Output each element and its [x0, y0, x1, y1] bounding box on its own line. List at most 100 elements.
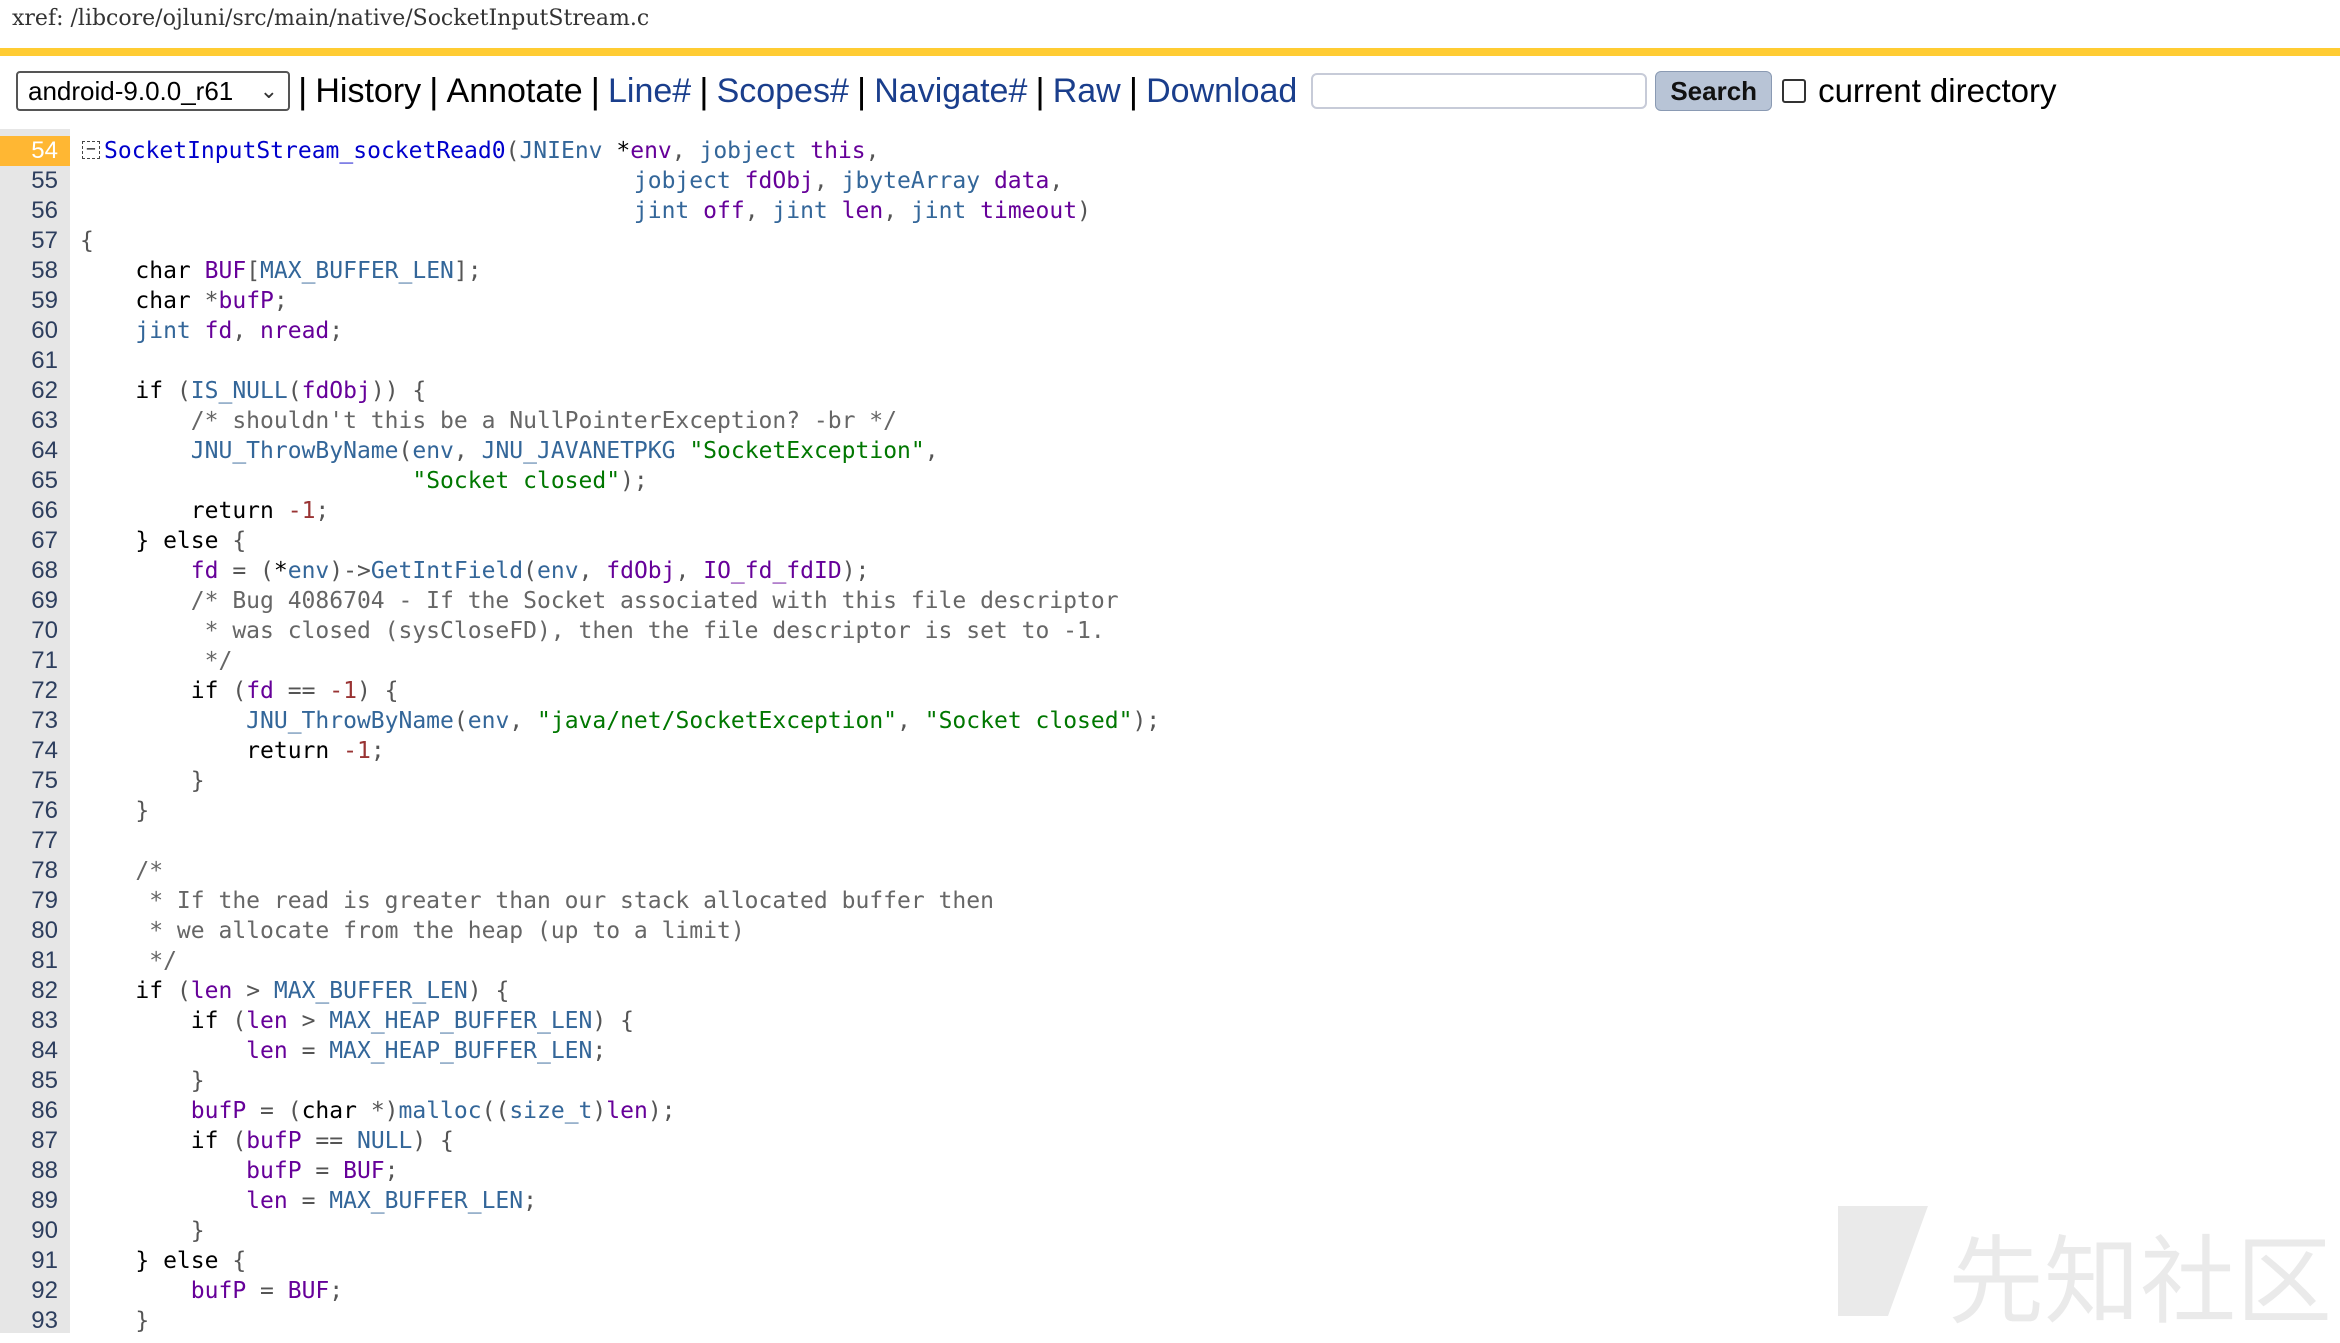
code-token[interactable]: GetIntField — [371, 558, 523, 584]
code-token[interactable]: len — [246, 1188, 288, 1214]
line-number-link[interactable]: 92 — [0, 1276, 58, 1306]
line-number-link[interactable]: 69 — [0, 586, 58, 616]
line-number-link[interactable]: 89 — [0, 1186, 58, 1216]
search-button[interactable]: Search — [1655, 71, 1773, 111]
line-number-link[interactable]: 63 — [0, 406, 58, 436]
code-token[interactable]: len — [246, 1008, 288, 1034]
code-token: jint — [135, 318, 205, 344]
code-token[interactable]: MAX_BUFFER_LEN — [329, 1188, 523, 1214]
code-token[interactable]: env — [630, 138, 672, 164]
code-token[interactable]: BUF — [205, 258, 247, 284]
line-number-link[interactable]: 75 — [0, 766, 58, 796]
function-definition-link[interactable]: SocketInputStream_socketRead0 — [104, 138, 506, 164]
nav-annotate[interactable]: Annotate — [447, 72, 583, 111]
line-number-link[interactable]: 91 — [0, 1246, 58, 1276]
line-number-link[interactable]: 59 — [0, 286, 58, 316]
code-token: , — [232, 318, 261, 344]
nav-line-link[interactable]: Line# — [608, 72, 691, 111]
code-line: 62 if (IS_NULL(fdObj)) { — [0, 376, 2340, 406]
code-token[interactable]: bufP — [246, 1158, 301, 1184]
line-number-link[interactable]: 60 — [0, 316, 58, 346]
code-token[interactable]: bufP — [219, 288, 274, 314]
code-token[interactable]: data — [994, 168, 1049, 194]
code-token[interactable]: bufP — [191, 1278, 246, 1304]
line-number-link[interactable]: 74 — [0, 736, 58, 766]
nav-raw-link[interactable]: Raw — [1053, 72, 1121, 111]
code-token[interactable]: MAX_BUFFER_LEN — [260, 258, 454, 284]
code-token[interactable]: fdObj — [745, 168, 814, 194]
line-number-link[interactable]: 73 — [0, 706, 58, 736]
code-token[interactable]: len — [191, 978, 233, 1004]
line-number-link[interactable]: 55 — [0, 166, 58, 196]
code-token[interactable]: JNU_JAVANETPKG — [482, 438, 690, 464]
code-token[interactable]: bufP — [246, 1128, 301, 1154]
code-token[interactable]: IS_NULL — [191, 378, 288, 404]
code-token[interactable]: len — [842, 198, 884, 224]
line-number-link[interactable]: 93 — [0, 1306, 58, 1336]
line-number-link[interactable]: 54 — [0, 136, 70, 166]
nav-scopes-link[interactable]: Scopes# — [717, 72, 849, 111]
line-number-link[interactable]: 70 — [0, 616, 58, 646]
nav-history[interactable]: History — [315, 72, 421, 111]
line-number-link[interactable]: 78 — [0, 856, 58, 886]
code-token[interactable]: len — [606, 1098, 648, 1124]
line-number-link[interactable]: 62 — [0, 376, 58, 406]
line-number-link[interactable]: 76 — [0, 796, 58, 826]
code-token[interactable]: malloc — [399, 1098, 482, 1124]
code-token: ) { — [412, 1128, 454, 1154]
fold-toggle-icon[interactable]: − — [82, 141, 100, 159]
code-token[interactable]: fd — [191, 558, 219, 584]
line-number-link[interactable]: 90 — [0, 1216, 58, 1246]
code-token[interactable]: fdObj — [606, 558, 675, 584]
code-token[interactable]: JNU_ThrowByName — [246, 708, 454, 734]
code-token[interactable]: MAX_HEAP_BUFFER_LEN — [329, 1008, 592, 1034]
code-token: jobject — [633, 168, 745, 194]
line-number-link[interactable]: 68 — [0, 556, 58, 586]
line-number-link[interactable]: 79 — [0, 886, 58, 916]
current-directory-checkbox[interactable] — [1782, 79, 1807, 103]
line-number-link[interactable]: 77 — [0, 826, 58, 856]
nav-separator: | — [699, 70, 709, 111]
line-number-link[interactable]: 65 — [0, 466, 58, 496]
line-number-link[interactable]: 67 — [0, 526, 58, 556]
nav-navigate-link[interactable]: Navigate# — [874, 72, 1027, 111]
line-number-link[interactable]: 57 — [0, 226, 58, 256]
line-number-link[interactable]: 61 — [0, 346, 58, 376]
code-token[interactable]: nread — [260, 318, 329, 344]
search-input[interactable] — [1311, 73, 1648, 109]
line-number-link[interactable]: 82 — [0, 976, 58, 1006]
line-number-link[interactable]: 71 — [0, 646, 58, 676]
line-number-link[interactable]: 72 — [0, 676, 58, 706]
line-number-link[interactable]: 58 — [0, 256, 58, 286]
code-token[interactable]: NULL — [357, 1128, 412, 1154]
code-token[interactable]: timeout — [980, 198, 1077, 224]
code-token: ; — [329, 318, 344, 344]
line-number-link[interactable]: 88 — [0, 1156, 58, 1186]
code-line: 64 JNU_ThrowByName(env, JNU_JAVANETPKG "… — [0, 436, 2340, 466]
code-token[interactable]: MAX_HEAP_BUFFER_LEN — [329, 1038, 592, 1064]
code-token[interactable]: BUF — [288, 1278, 330, 1304]
code-token[interactable]: this — [810, 138, 865, 164]
line-number-link[interactable]: 83 — [0, 1006, 58, 1036]
line-number-link[interactable]: 56 — [0, 196, 58, 226]
code-token[interactable]: fd — [205, 318, 233, 344]
line-number-link[interactable]: 84 — [0, 1036, 58, 1066]
code-token[interactable]: IO_fd_fdID — [703, 558, 841, 584]
nav-download-link[interactable]: Download — [1146, 72, 1297, 111]
code-token[interactable]: MAX_BUFFER_LEN — [274, 978, 468, 1004]
line-number-link[interactable]: 87 — [0, 1126, 58, 1156]
code-token[interactable]: fdObj — [302, 378, 371, 404]
code-token[interactable]: len — [246, 1038, 288, 1064]
code-token[interactable]: off — [703, 198, 745, 224]
line-number-link[interactable]: 81 — [0, 946, 58, 976]
line-number-link[interactable]: 85 — [0, 1066, 58, 1096]
line-number-link[interactable]: 86 — [0, 1096, 58, 1126]
code-token[interactable]: JNU_ThrowByName — [191, 438, 399, 464]
code-token[interactable]: BUF — [343, 1158, 385, 1184]
line-number-link[interactable]: 64 — [0, 436, 58, 466]
line-number-link[interactable]: 66 — [0, 496, 58, 526]
code-token[interactable]: bufP — [191, 1098, 246, 1124]
code-token[interactable]: fd — [246, 678, 274, 704]
line-number-link[interactable]: 80 — [0, 916, 58, 946]
project-select[interactable]: android-9.0.0_r61 ⌄ — [16, 71, 290, 111]
